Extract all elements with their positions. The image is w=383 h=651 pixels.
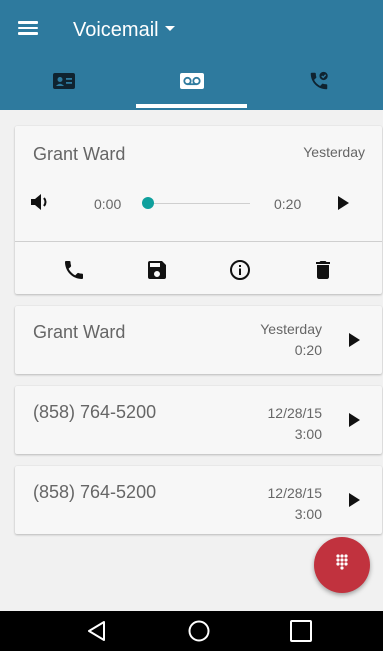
menu-icon[interactable] bbox=[16, 18, 40, 42]
save-icon[interactable] bbox=[145, 258, 169, 282]
voicemail-date: Yesterday bbox=[303, 144, 365, 160]
tab-bar bbox=[0, 62, 383, 110]
caller-name: (858) 764-5200 bbox=[33, 482, 157, 502]
seek-handle[interactable] bbox=[142, 197, 154, 209]
play-icon[interactable] bbox=[347, 492, 361, 508]
seek-bar[interactable] bbox=[147, 203, 250, 204]
page-title: Voicemail bbox=[73, 19, 159, 41]
dialpad-icon bbox=[336, 554, 348, 570]
voicemail-date: 12/28/15 bbox=[267, 405, 323, 421]
info-icon[interactable] bbox=[228, 258, 252, 282]
view-selector[interactable]: Voicemail bbox=[73, 17, 175, 43]
voicemail-duration: 3:00 bbox=[294, 426, 322, 442]
voicemail-item[interactable]: Grant Ward Yesterday 0:20 bbox=[15, 306, 382, 374]
dropdown-caret-icon bbox=[164, 26, 175, 32]
recents-icon[interactable] bbox=[288, 618, 314, 644]
voicemail-date: 12/28/15 bbox=[267, 485, 323, 501]
play-icon[interactable] bbox=[347, 332, 361, 348]
app-bar: Voicemail bbox=[0, 0, 383, 110]
voicemail-duration: 0:20 bbox=[294, 342, 322, 358]
current-time: 0:00 bbox=[94, 196, 122, 212]
play-icon[interactable] bbox=[336, 195, 350, 211]
voicemail-meta: Yesterday 0:20 bbox=[260, 319, 322, 361]
total-time: 0:20 bbox=[274, 196, 302, 212]
call-history-icon bbox=[310, 71, 328, 90]
caller-name: Grant Ward bbox=[33, 322, 126, 342]
voicemail-item[interactable]: (858) 764-5200 12/28/15 3:00 bbox=[15, 466, 382, 534]
home-icon[interactable] bbox=[186, 618, 212, 644]
back-icon[interactable] bbox=[84, 618, 110, 644]
voicemail-duration: 3:00 bbox=[294, 506, 322, 522]
tab-call-history[interactable] bbox=[255, 62, 383, 110]
system-nav-bar bbox=[0, 611, 383, 651]
voicemail-item[interactable]: (858) 764-5200 12/28/15 3:00 bbox=[15, 386, 382, 454]
voicemail-date: Yesterday bbox=[260, 321, 322, 337]
phone-icon[interactable] bbox=[62, 258, 86, 282]
delete-icon[interactable] bbox=[311, 258, 335, 282]
tab-contacts[interactable] bbox=[0, 62, 128, 110]
caller-name: Grant Ward bbox=[33, 144, 126, 164]
contact-card-icon bbox=[52, 73, 75, 89]
divider bbox=[15, 241, 382, 242]
voicemail-icon bbox=[179, 73, 204, 89]
voicemail-meta: 12/28/15 3:00 bbox=[268, 403, 323, 445]
play-icon[interactable] bbox=[347, 412, 361, 428]
tab-voicemail[interactable] bbox=[128, 62, 256, 110]
dialpad-button[interactable] bbox=[314, 537, 370, 593]
speaker-icon[interactable] bbox=[29, 192, 51, 212]
voicemail-meta: 12/28/15 3:00 bbox=[268, 483, 323, 525]
caller-name: (858) 764-5200 bbox=[33, 402, 157, 422]
